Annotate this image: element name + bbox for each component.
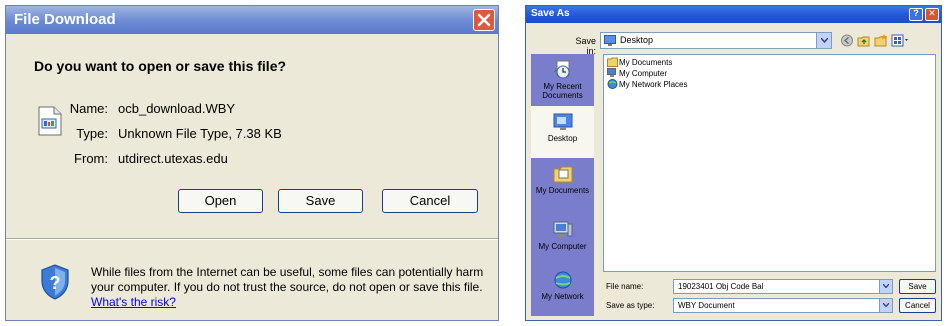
- place-my-computer[interactable]: My Computer: [531, 214, 594, 266]
- file-name-value: 19023401 Obj Code Bal: [678, 282, 764, 291]
- up-folder-icon[interactable]: [857, 34, 871, 47]
- file-name-field[interactable]: 19023401 Obj Code Bal: [673, 279, 893, 294]
- file-name-label: File name:: [606, 282, 644, 291]
- places-bar: My Recent Documents Desktop My Documents: [531, 54, 594, 316]
- close-button[interactable]: ✕: [925, 8, 939, 21]
- svg-text:?: ?: [50, 273, 61, 293]
- save-as-type-dropdown-button[interactable]: [879, 299, 892, 312]
- save-in-value: Desktop: [620, 35, 654, 45]
- help-icon: ?: [913, 8, 919, 18]
- save-as-type-dropdown[interactable]: WBY Document: [673, 298, 893, 313]
- open-button[interactable]: Open: [178, 189, 263, 213]
- help-button[interactable]: ?: [909, 8, 923, 21]
- close-button[interactable]: [473, 9, 495, 31]
- place-my-recent-documents[interactable]: My Recent Documents: [531, 54, 594, 106]
- chevron-down-icon: [883, 303, 889, 307]
- cancel-button[interactable]: Cancel: [899, 298, 936, 313]
- warning-text: While files from the Internet can be use…: [91, 265, 484, 294]
- from-label: From:: [74, 151, 108, 166]
- save-in-label: Save in:: [575, 36, 596, 56]
- views-menu-icon[interactable]: [891, 34, 909, 47]
- file-name-dropdown-button[interactable]: [879, 280, 892, 293]
- type-label: Type:: [76, 126, 108, 141]
- security-warning: While files from the Internet can be use…: [91, 265, 486, 310]
- save-button[interactable]: Save: [899, 279, 936, 294]
- save-as-title: Save As: [531, 8, 570, 19]
- save-in-dropdown[interactable]: Desktop: [600, 32, 832, 49]
- new-folder-icon[interactable]: [874, 34, 888, 47]
- place-my-network[interactable]: My Network: [531, 264, 594, 316]
- file-list[interactable]: My Documents My Computer My Network Plac…: [603, 54, 936, 272]
- place-label: Desktop: [547, 134, 578, 143]
- back-icon[interactable]: [840, 34, 854, 47]
- list-item-label: My Computer: [619, 69, 668, 78]
- list-item-label: My Documents: [619, 58, 673, 67]
- save-button[interactable]: Save: [278, 189, 363, 213]
- type-value: Unknown File Type, 7.38 KB: [118, 126, 282, 141]
- file-download-titlebar[interactable]: File Download: [6, 6, 498, 34]
- close-icon: ✕: [928, 8, 936, 18]
- save-as-dialog: Save As ? ✕ Save in: Desktop My Recent D…: [525, 5, 942, 321]
- network-places-icon: [607, 79, 618, 89]
- download-question: Do you want to open or save this file?: [34, 58, 287, 74]
- save-in-dropdown-button[interactable]: [816, 33, 831, 48]
- save-as-titlebar[interactable]: Save As ? ✕: [526, 6, 941, 23]
- file-download-title: File Download: [14, 11, 116, 28]
- close-icon: [477, 13, 491, 27]
- place-my-documents[interactable]: My Documents: [531, 158, 594, 210]
- name-value: ocb_download.WBY: [118, 101, 236, 116]
- desktop-icon: [604, 35, 616, 46]
- cancel-button[interactable]: Cancel: [382, 189, 478, 213]
- save-as-type-label: Save as type:: [606, 301, 655, 310]
- security-shield-icon: ?: [41, 264, 69, 300]
- list-item-label: My Network Places: [619, 80, 688, 89]
- place-label: My Computer: [538, 242, 587, 251]
- my-network-icon: [554, 271, 571, 289]
- save-as-type-value: WBY Document: [678, 301, 735, 310]
- place-label: My Network: [541, 292, 584, 301]
- place-desktop[interactable]: Desktop: [531, 106, 594, 158]
- my-computer-icon: [553, 221, 572, 237]
- place-label: My Recent Documents: [542, 82, 583, 100]
- chevron-down-icon: [821, 38, 828, 43]
- my-documents-icon: [553, 166, 572, 183]
- computer-icon: [607, 68, 616, 77]
- whats-the-risk-link[interactable]: What's the risk?: [91, 295, 176, 309]
- recent-documents-icon: [553, 60, 569, 79]
- name-label: Name:: [69, 101, 108, 116]
- folder-icon: [607, 57, 618, 67]
- file-download-dialog: File Download Do you want to open or sav…: [5, 5, 499, 321]
- desktop-icon: [553, 113, 572, 130]
- place-label: My Documents: [535, 186, 590, 195]
- from-value: utdirect.utexas.edu: [118, 151, 228, 166]
- chevron-down-icon: [883, 284, 889, 288]
- divider: [6, 238, 498, 240]
